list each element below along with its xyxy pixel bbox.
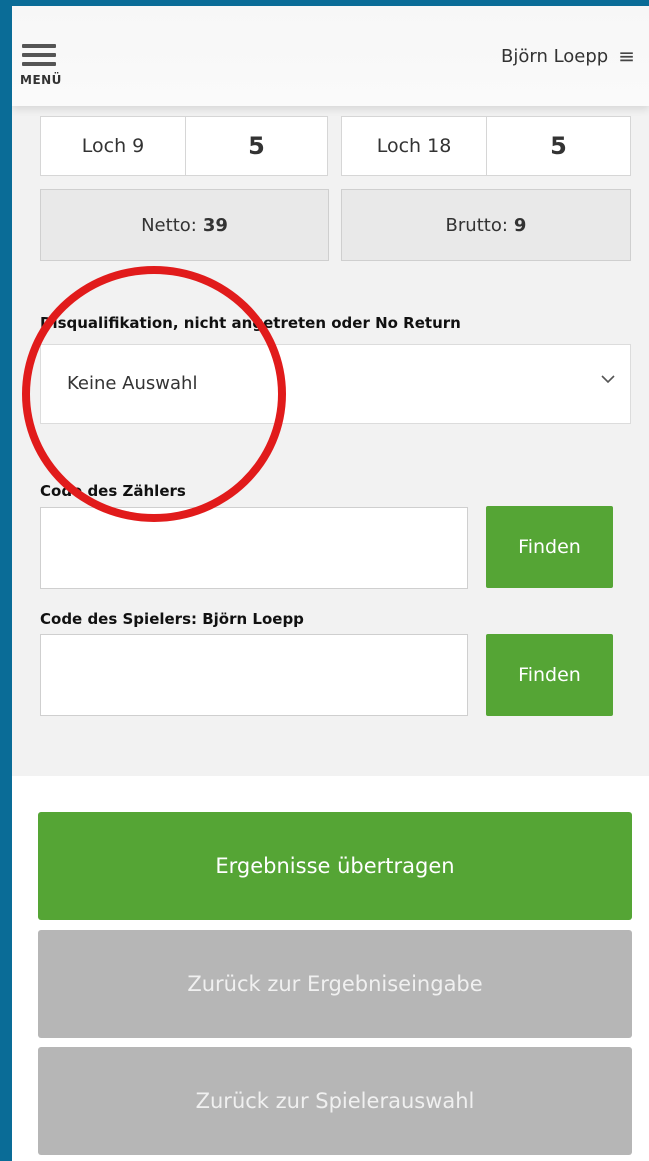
user-menu[interactable]: Björn Loepp ≡ [501,44,635,68]
app-screen: MENÜ Björn Loepp ≡ Loch 9 5 Loch 18 5 Ne… [12,6,649,1161]
menu-label: MENÜ [20,73,62,87]
submit-results-button[interactable]: Ergebnisse übertragen [38,812,632,920]
marker-code-input[interactable] [40,507,468,589]
brutto-value: 9 [513,214,527,236]
hamburger-icon [22,44,56,71]
top-bar: MENÜ Björn Loepp ≡ [12,6,649,106]
back-to-score-entry-button[interactable]: Zurück zur Ergebniseingabe [38,930,632,1038]
disqualification-label: Disqualifikation, nicht angetreten oder … [40,314,461,332]
hole-18-score: 5 [486,116,631,176]
disqualification-select[interactable]: Keine Auswahl [40,344,631,424]
netto-total: Netto: 39 [40,189,329,261]
chevron-down-icon [601,375,615,384]
brutto-label: Brutto: [445,214,508,236]
hole-18-label: Loch 18 [341,116,487,176]
hamburger-icon: ≡ [618,44,635,68]
disqualification-value: Keine Auswahl [67,373,198,394]
marker-code-label: Code des Zählers [40,482,186,500]
brutto-total: Brutto: 9 [341,189,631,261]
menu-button[interactable]: MENÜ [20,44,66,90]
player-code-input[interactable] [40,634,468,716]
user-name: Björn Loepp [501,45,609,67]
action-panel: Ergebnisse übertragen Zurück zur Ergebni… [12,776,649,1161]
find-marker-button[interactable]: Finden [486,506,613,588]
netto-value: 39 [202,214,228,236]
hole-9-score: 5 [185,116,328,176]
netto-label: Netto: [141,214,197,236]
back-to-player-selection-button[interactable]: Zurück zur Spielerauswahl [38,1047,632,1155]
find-player-button[interactable]: Finden [486,634,613,716]
player-code-label: Code des Spielers: Björn Loepp [40,610,304,628]
hole-9-label: Loch 9 [40,116,186,176]
